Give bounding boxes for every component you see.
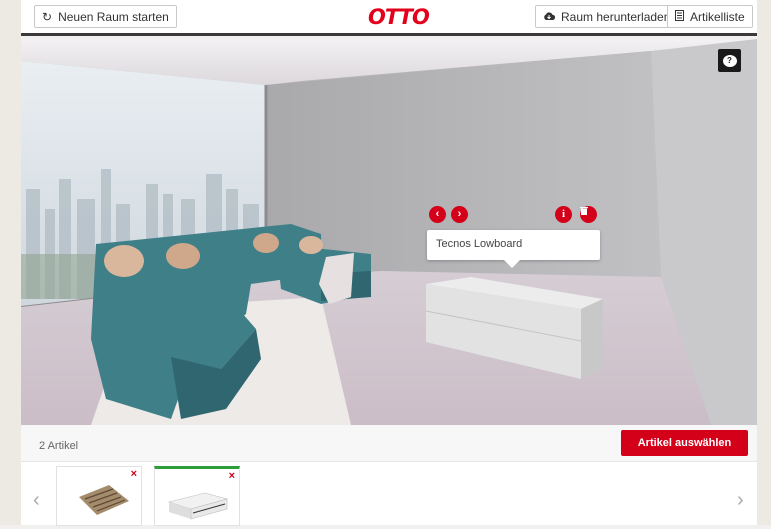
article-list-label: Artikelliste [690,9,745,24]
article-thumbnail-lowboard[interactable]: × [154,466,240,526]
download-room-label: Raum herunterladen [561,9,671,24]
remove-rug-icon[interactable]: × [131,469,137,480]
article-panel: 2 Artikel Artikel auswählen ‹ × × › [21,425,757,526]
selected-item-name: Tecnos Lowboard [436,238,523,250]
top-toolbar: ↻ Neuen Raum starten OTTO Raum herunterl… [21,0,757,36]
article-thumbnail-rug[interactable]: × [56,466,142,526]
download-room-button[interactable]: Raum herunterladen [535,5,679,28]
otto-logo[interactable]: OTTO [368,5,430,29]
selected-item-tooltip: Tecnos Lowboard [427,230,600,268]
info-icon: i [561,208,566,220]
list-document-icon [675,10,684,23]
left-margin [0,0,21,525]
article-list-button[interactable]: Artikelliste [667,5,753,28]
chevron-left-icon: ‹ [435,208,440,220]
article-count: 2 Artikel [39,440,79,452]
cloud-download-icon [543,11,556,23]
help-chat-icon: ? [722,54,737,67]
new-room-label: Neuen Raum starten [58,9,169,24]
carousel-prev-arrow-icon[interactable]: ‹ [33,490,40,510]
room-planner-app: ↻ Neuen Raum starten OTTO Raum herunterl… [0,0,771,526]
restart-icon: ↻ [42,9,53,24]
previous-item-button[interactable]: ‹ [429,206,446,223]
carousel-next-arrow-icon[interactable]: › [737,490,744,510]
item-info-button[interactable]: i [555,206,572,223]
right-margin [757,0,771,525]
help-button[interactable]: ? [718,49,741,72]
room-3d-view[interactable]: ? ‹ › i Tecnos Lowboard [21,39,757,425]
remove-lowboard-icon[interactable]: × [229,471,235,482]
delete-item-button[interactable] [580,206,597,223]
chevron-right-icon: › [457,208,462,220]
room-render [21,39,757,425]
next-item-button[interactable]: › [451,206,468,223]
article-carousel: ‹ × × › [21,461,757,526]
new-room-button[interactable]: ↻ Neuen Raum starten [34,5,177,28]
select-article-button[interactable]: Artikel auswählen [621,430,748,456]
